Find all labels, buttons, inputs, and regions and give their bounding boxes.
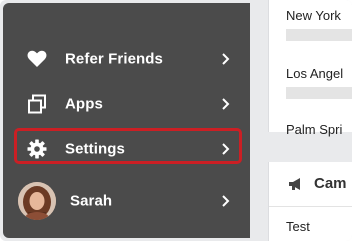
chevron-right-icon	[222, 98, 230, 110]
city-name: Palm Spri	[286, 122, 343, 137]
list-item[interactable]: Test	[286, 219, 310, 234]
cities-card: New York Los Angel Palm Spri	[268, 0, 352, 137]
menu-item-label: Apps	[65, 95, 103, 113]
account-menu-sidebar: Refer Friends Apps Settings Sarah	[3, 3, 250, 238]
placeholder-bar	[286, 29, 352, 41]
menu-item-label: Settings	[65, 140, 125, 158]
avatar	[18, 182, 56, 220]
menu-item-settings[interactable]: Settings	[3, 129, 250, 169]
heart-icon	[25, 47, 49, 71]
profile-name: Sarah	[70, 192, 113, 210]
card-title: Cam	[314, 175, 347, 192]
chevron-right-icon	[222, 195, 230, 207]
gear-icon	[25, 137, 49, 161]
menu-item-profile[interactable]: Sarah	[3, 181, 250, 221]
menu-item-refer-friends[interactable]: Refer Friends	[3, 39, 250, 79]
megaphone-icon	[289, 178, 300, 190]
placeholder-bar	[286, 87, 352, 99]
chevron-right-icon	[222, 53, 230, 65]
menu-item-label: Refer Friends	[65, 50, 163, 68]
city-name: Los Angel	[286, 66, 344, 81]
apps-icon	[25, 92, 49, 116]
chevron-right-icon	[222, 143, 230, 155]
app-screen: Refer Friends Apps Settings Sarah New Yo…	[0, 0, 352, 241]
menu-item-apps[interactable]: Apps	[3, 84, 250, 124]
card-header: Cam	[269, 162, 352, 207]
campaign-card: Cam Test	[268, 162, 352, 241]
city-name: New York	[286, 8, 341, 23]
